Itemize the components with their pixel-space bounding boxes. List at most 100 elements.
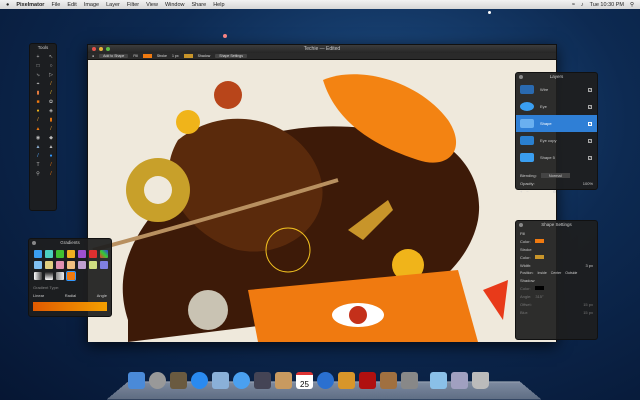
ellipse-select-icon[interactable]: ○ [47,63,55,69]
radio-angle[interactable]: Angle [97,293,107,298]
gradient-swatch[interactable] [89,261,97,269]
fill-checkbox[interactable]: Fill [133,54,137,58]
pencil-icon[interactable]: / [47,90,55,96]
dock-finder-icon[interactable] [128,372,145,389]
blending-select[interactable]: Normal [540,172,570,178]
crop-icon[interactable]: ⌖ [34,81,42,87]
menu-image[interactable]: Image [84,2,99,8]
gear-icon[interactable] [32,241,36,245]
menu-window[interactable]: Window [165,2,185,8]
eraser-icon[interactable]: ▮ [34,90,42,96]
pen-icon[interactable]: / [34,153,42,159]
radio-inside[interactable]: Inside [537,271,546,275]
add-layer-icon[interactable]: + [520,189,522,194]
lasso-icon[interactable]: ⤷ [34,72,42,78]
dock-calendar-icon[interactable]: 25 [296,372,313,389]
menu-app[interactable]: Pixelmator [16,2,44,8]
dock-contacts-icon[interactable] [275,372,292,389]
gradient-swatch[interactable] [34,261,42,269]
layer-actions-icon[interactable]: ⚙ [553,189,557,194]
radio-outside[interactable]: Outside [565,271,577,275]
shadow-checkbox[interactable]: Shadow [520,278,534,283]
gradient-swatch[interactable] [34,272,42,280]
visibility-checkbox[interactable]: ✓ [588,87,592,92]
fill-color-well[interactable] [534,239,544,243]
dock-photo-booth-icon[interactable] [359,372,376,389]
gradient-swatch[interactable] [56,250,64,258]
gradient-swatch[interactable] [78,250,86,258]
visibility-checkbox[interactable]: ✓ [588,138,592,143]
stroke-checkbox[interactable]: Stroke [520,247,532,252]
menu-filter[interactable]: Filter [127,2,139,8]
minimize-button[interactable] [99,47,103,51]
gradient-swatch[interactable] [34,250,42,258]
close-button[interactable] [92,47,96,51]
spotlight-icon[interactable]: ⚲ [630,2,634,8]
dock-iphoto-icon[interactable] [380,372,397,389]
dock-mission-control-icon[interactable] [170,372,187,389]
stroke-color-well[interactable] [534,255,544,259]
paint-bucket-icon[interactable]: ■ [34,99,42,105]
dock-safari-icon[interactable] [233,372,250,389]
gradient-swatch[interactable] [67,250,75,258]
dodge-icon[interactable]: ▲ [47,144,55,150]
fill-checkbox[interactable]: Fill [520,231,525,236]
dock-app-store-icon[interactable] [191,372,208,389]
image-canvas[interactable] [88,60,556,342]
dock-applications-folder-icon[interactable] [430,372,447,389]
sponge-icon[interactable]: ◈ [47,108,55,114]
dock-system-preferences-icon[interactable] [401,372,418,389]
zoom-button[interactable] [106,47,110,51]
gradient-swatch[interactable] [45,272,53,280]
brush-icon[interactable]: / [34,117,42,123]
smudge-icon[interactable]: / [47,126,55,132]
gear-icon[interactable] [519,223,523,227]
visibility-checkbox[interactable]: ✓ [588,121,592,126]
radio-center[interactable]: Center [551,271,562,275]
gradient-swatch[interactable] [78,261,86,269]
radio-radial[interactable]: Radial [65,293,76,298]
gradient-swatch[interactable] [56,261,64,269]
arrow-tool-icon[interactable]: ↖ [47,54,55,60]
hand-icon[interactable]: / [47,162,55,168]
layer-row-selected[interactable]: Shape ✓ [516,115,597,132]
gradient-swatch[interactable] [100,261,108,269]
radio-linear[interactable]: Linear [33,293,44,298]
width-field[interactable]: 3 px [585,263,593,268]
burn-icon[interactable]: ▲ [34,144,42,150]
clock[interactable]: Tue 10:30 PM [590,2,624,8]
menu-layer[interactable]: Layer [106,2,120,8]
dock-trash-icon[interactable] [472,372,489,389]
gradient-swatch[interactable] [89,250,97,258]
gradient-swatch[interactable] [100,250,108,258]
layer-row[interactable]: Wire ✓ [516,81,597,98]
type-icon[interactable]: T [34,162,42,168]
visibility-checkbox[interactable]: ✓ [588,104,592,109]
dock-launchpad-icon[interactable] [149,372,166,389]
menu-share[interactable]: Share [192,2,207,8]
remove-layer-icon[interactable]: − [526,189,528,194]
gradient-editor-bar[interactable] [33,302,107,311]
zoom-icon[interactable]: ⚲ [34,171,42,177]
eyedropper-icon[interactable]: / [47,81,55,87]
move-tool-icon[interactable]: + [34,54,42,60]
dock-documents-stack-icon[interactable] [451,372,468,389]
shape-tool-icon[interactable]: ● [92,54,94,58]
red-eye-icon[interactable]: ◉ [34,135,42,141]
dock-itunes-icon[interactable] [317,372,334,389]
blur-icon[interactable]: ● [34,108,42,114]
angle-field[interactable]: 315° [535,294,543,299]
stroke-color-well[interactable] [183,54,193,58]
dock-pixelmator-icon[interactable] [338,372,355,389]
mode-select[interactable]: Add to Shape [99,54,129,58]
wifi-icon[interactable]: ≈ [572,2,575,8]
gradient-swatch-selected[interactable] [66,271,76,281]
fill-color-well[interactable] [142,54,152,58]
stroke-width-field[interactable]: 1 px [172,54,179,58]
visibility-checkbox[interactable]: ✓ [588,155,592,160]
rect-select-icon[interactable]: □ [34,63,42,69]
gradient-swatch[interactable] [45,250,53,258]
gear-icon[interactable] [519,75,523,79]
offset-field[interactable]: 15 px [583,302,593,307]
color-icon[interactable]: / [47,171,55,177]
